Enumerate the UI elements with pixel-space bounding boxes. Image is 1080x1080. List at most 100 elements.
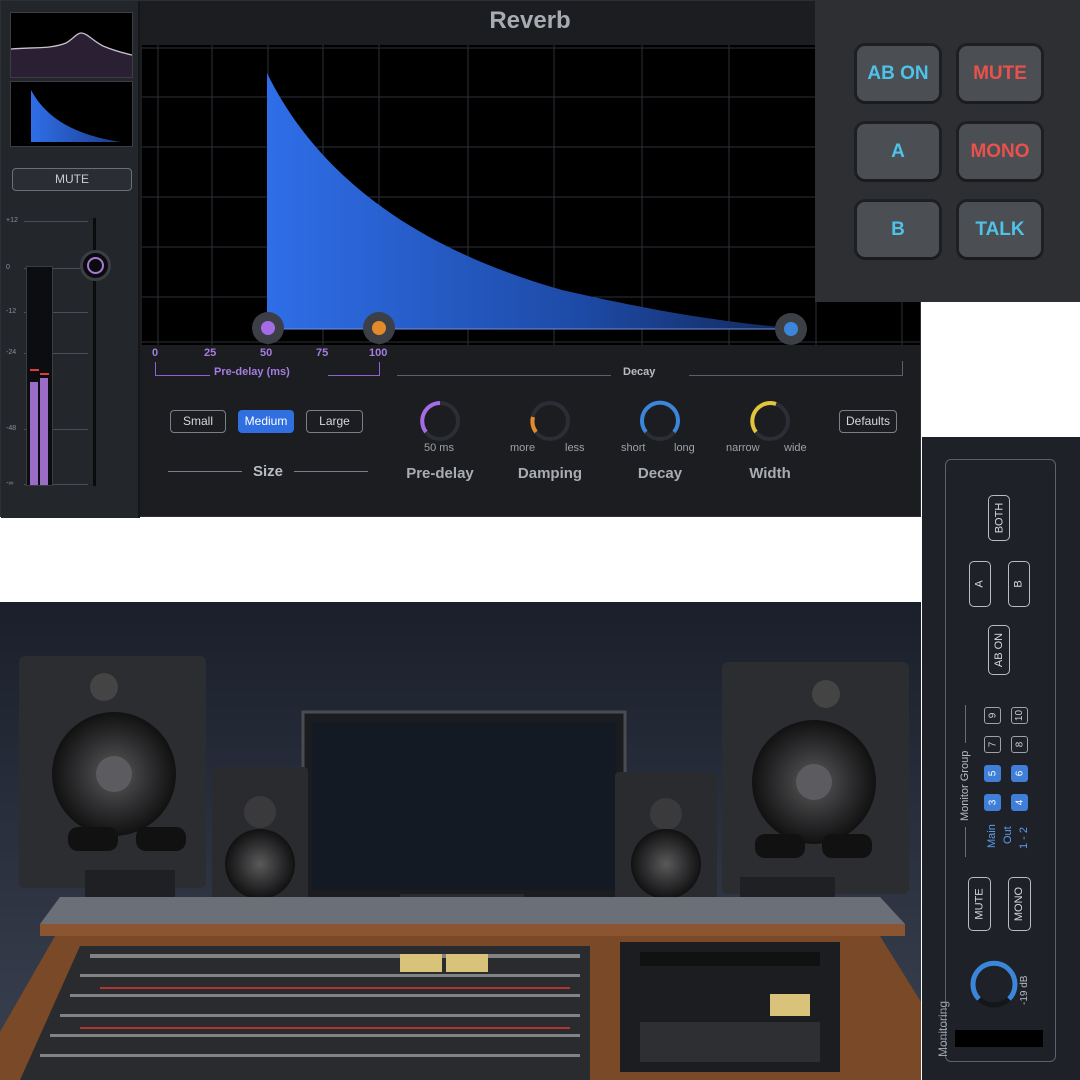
meter-gridline bbox=[24, 221, 88, 222]
a-button[interactable]: A bbox=[969, 561, 991, 607]
monitoring-panel: BOTH A B AB ON Monitor Group 9 10 7 8 5 … bbox=[922, 437, 1080, 1080]
monitor-mute-label: MUTE bbox=[973, 888, 986, 920]
meter-scale-label: -48 bbox=[6, 425, 17, 432]
reverb-thumbnail[interactable] bbox=[10, 81, 133, 147]
monitor-number-9[interactable]: 9 bbox=[984, 707, 1001, 724]
x-tick-label: 100 bbox=[369, 347, 388, 359]
plugin-title: Reverb bbox=[489, 7, 571, 34]
hw-b-button[interactable]: B bbox=[857, 202, 939, 257]
reverb-sidebar: MUTE +12 0 -12 -24 -48 -∞ bbox=[1, 1, 140, 518]
level-meter: +12 0 -12 -24 -48 -∞ bbox=[1, 206, 140, 496]
meter-peak-right bbox=[40, 373, 49, 375]
fader-handle-ring bbox=[87, 257, 104, 274]
monitor-level-value: -19 dB bbox=[1019, 975, 1030, 1005]
predelay-axis-label: Pre-delay (ms) bbox=[214, 366, 290, 378]
meter-bar-right bbox=[40, 378, 48, 485]
fader-handle[interactable] bbox=[80, 250, 111, 281]
decay-divider-right bbox=[689, 375, 903, 376]
hw-ab-on-button[interactable]: AB ON bbox=[857, 46, 939, 101]
monitor-group-label: Monitor Group bbox=[959, 750, 971, 821]
group-divider-top bbox=[965, 705, 966, 743]
number-label: 6 bbox=[1014, 770, 1025, 777]
main-out-label-line1: Main bbox=[986, 824, 998, 848]
number-label: 7 bbox=[987, 741, 998, 748]
main-out-label-line3: 1 - 2 bbox=[1018, 826, 1030, 849]
eq-thumbnail[interactable] bbox=[10, 12, 133, 78]
b-button-label: B bbox=[1013, 580, 1025, 588]
monitor-number-8[interactable]: 8 bbox=[1011, 736, 1028, 753]
meter-scale-label: +12 bbox=[6, 217, 18, 224]
number-label: 8 bbox=[1014, 741, 1025, 748]
monitor-output-meter bbox=[955, 1030, 1043, 1047]
meter-scale-label: -12 bbox=[6, 308, 17, 315]
decay-max-label: long bbox=[674, 442, 695, 454]
monitor-level-dial[interactable] bbox=[967, 957, 1021, 1011]
monitor-number-10[interactable]: 10 bbox=[1011, 707, 1028, 724]
decay-handle[interactable] bbox=[784, 322, 798, 336]
studio-photo-graphic bbox=[0, 602, 921, 1080]
meter-peak-left bbox=[30, 369, 39, 371]
number-label: 4 bbox=[1014, 799, 1025, 806]
predelay-knob[interactable] bbox=[418, 399, 462, 443]
monitor-number-3[interactable]: 3 bbox=[984, 794, 1001, 811]
monitor-mute-button[interactable]: MUTE bbox=[968, 877, 991, 931]
monitor-number-5[interactable]: 5 bbox=[984, 765, 1001, 782]
monitor-mono-button[interactable]: MONO bbox=[1008, 877, 1031, 931]
x-tick-label: 75 bbox=[316, 347, 329, 359]
meter-scale-label: 0 bbox=[6, 264, 10, 271]
number-label: 5 bbox=[987, 770, 998, 777]
number-label: 9 bbox=[987, 712, 998, 719]
decay-divider-left bbox=[397, 375, 611, 376]
monitor-number-6[interactable]: 6 bbox=[1011, 765, 1028, 782]
group-divider-bottom bbox=[965, 827, 966, 857]
size-large-button[interactable]: Large bbox=[306, 410, 363, 433]
decay-section-label: Decay bbox=[623, 366, 656, 378]
predelay-bracket-left bbox=[155, 362, 210, 376]
size-small-button[interactable]: Small bbox=[170, 410, 226, 433]
eq-curve-graphic bbox=[10, 32, 133, 77]
reverb-plugin: MUTE +12 0 -12 -24 -48 -∞ Reverb 0 25 50… bbox=[0, 0, 921, 518]
predelay-bracket-right bbox=[328, 362, 380, 376]
decay-graph[interactable] bbox=[142, 45, 920, 345]
monitor-number-4[interactable]: 4 bbox=[1011, 794, 1028, 811]
width-min-label: narrow bbox=[726, 442, 760, 454]
hw-talk-button[interactable]: TALK bbox=[959, 202, 1041, 257]
monitoring-title: Monitoring bbox=[936, 1000, 950, 1057]
studio-photo bbox=[0, 602, 921, 1080]
predelay-handle[interactable] bbox=[261, 321, 275, 335]
decay-divider-end bbox=[902, 361, 903, 376]
decay-min-label: short bbox=[621, 442, 646, 454]
decay-knob[interactable] bbox=[638, 399, 682, 443]
x-tick-label: 50 bbox=[260, 347, 273, 359]
meter-scale-label: -24 bbox=[6, 349, 17, 356]
b-button[interactable]: B bbox=[1008, 561, 1030, 607]
monitor-mono-label: MONO bbox=[1013, 886, 1026, 922]
both-button[interactable]: BOTH bbox=[988, 495, 1010, 541]
meter-scale-label: -∞ bbox=[6, 480, 14, 487]
damping-knob[interactable] bbox=[528, 399, 572, 443]
sidebar-mute-button[interactable]: MUTE bbox=[12, 168, 132, 191]
size-divider-right bbox=[294, 471, 368, 472]
both-button-label: BOTH bbox=[993, 502, 1005, 534]
damping-min-label: more bbox=[510, 442, 536, 454]
size-divider-left bbox=[168, 471, 242, 472]
width-knob[interactable] bbox=[748, 399, 792, 443]
ab-on-button[interactable]: AB ON bbox=[988, 625, 1010, 675]
x-tick-label: 25 bbox=[204, 347, 217, 359]
main-out-label-line2: Out bbox=[1002, 826, 1014, 844]
decay-envelope bbox=[267, 73, 792, 329]
hardware-controller-photo: AB ON MUTE A MONO B TALK bbox=[815, 0, 1080, 302]
width-knob-label: Width bbox=[749, 465, 791, 482]
damping-max-label: less bbox=[565, 442, 585, 454]
size-section-label: Size bbox=[252, 463, 283, 480]
hw-mute-button[interactable]: MUTE bbox=[959, 46, 1041, 101]
defaults-button[interactable]: Defaults bbox=[839, 410, 897, 433]
hw-mono-button[interactable]: MONO bbox=[959, 124, 1041, 179]
size-medium-button[interactable]: Medium bbox=[238, 410, 294, 433]
width-max-label: wide bbox=[784, 442, 807, 454]
monitor-number-7[interactable]: 7 bbox=[984, 736, 1001, 753]
decay-knob-label: Decay bbox=[637, 465, 683, 482]
hw-a-button[interactable]: A bbox=[857, 124, 939, 179]
reverb-decay-graphic bbox=[31, 90, 121, 142]
damping-handle[interactable] bbox=[372, 321, 386, 335]
